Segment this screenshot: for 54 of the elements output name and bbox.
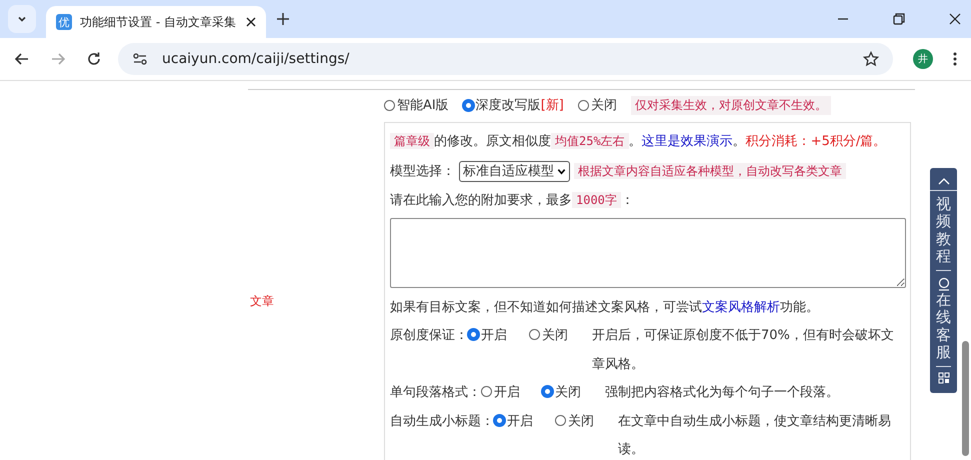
- mode-option[interactable]: 深度改写版[新]: [462, 96, 564, 114]
- site-favicon: 优: [56, 14, 72, 30]
- chevron-down-icon: [557, 166, 566, 176]
- extra-label: 请在此输入您的附加要求，最多: [390, 193, 572, 208]
- radio-option[interactable]: 关闭: [555, 408, 594, 436]
- setting-description: 开启后，可保证原创度不低于70%，但有时会破坏文章风格。: [592, 327, 895, 374]
- style-analysis-link[interactable]: 文案风格解析: [702, 300, 780, 314]
- menu-icon[interactable]: [953, 51, 957, 67]
- radio-option[interactable]: 关闭: [542, 379, 581, 408]
- chevron-up-icon: [938, 177, 950, 185]
- setting-label: 单句段落格式：: [390, 384, 481, 402]
- new-tab-icon[interactable]: [276, 12, 290, 26]
- model-select[interactable]: 标准自适应模型: [459, 160, 570, 182]
- qr-code-icon: [938, 372, 950, 384]
- style-hint: 如果有目标文案，但不知道如何描述文案风格，可尝试文案风格解析功能。: [390, 300, 819, 314]
- address-bar[interactable]: ucaiyun.com/caiji/settings/: [118, 43, 893, 75]
- demo-link[interactable]: 这里是效果演示: [642, 134, 733, 149]
- restore-icon[interactable]: [893, 13, 905, 25]
- setting-label: 自动生成小标题：: [390, 412, 494, 430]
- radio-option[interactable]: 关闭: [529, 322, 568, 350]
- info-text: 的修改。原文相似度: [434, 134, 551, 149]
- radio-option[interactable]: 开启: [468, 322, 507, 350]
- scrollbar-thumb[interactable]: [962, 341, 969, 456]
- mode-option[interactable]: 关闭: [578, 96, 617, 114]
- setting-label: 原创度保证：: [390, 327, 468, 345]
- mode-note: 仅对采集生效，对原创文章不生效。: [630, 96, 831, 114]
- tab-title: 功能细节设置 - 自动文章采集: [80, 14, 237, 30]
- requirements-field[interactable]: [390, 218, 906, 288]
- bookmark-star-icon[interactable]: [863, 51, 879, 67]
- video-tutorial-button[interactable]: 视频教程: [936, 191, 951, 271]
- setting-description: 强制把内容格式化为每个句子一个段落。: [605, 384, 840, 402]
- highlight-text: 均值25%左右: [551, 133, 629, 149]
- highlight-text: 篇章级: [390, 133, 434, 149]
- person-icon: [938, 276, 950, 292]
- model-note: 根据文章内容自适应各种模型，自动改写各类文章: [574, 162, 846, 178]
- profile-avatar[interactable]: 井: [913, 49, 933, 69]
- cost-text: 积分消耗：+5积分/篇。: [746, 134, 886, 149]
- radio-option[interactable]: 开启: [494, 408, 533, 436]
- reload-icon[interactable]: [86, 51, 102, 67]
- info-text: 。: [628, 134, 642, 149]
- radio-option[interactable]: 开启: [481, 379, 520, 408]
- close-icon[interactable]: [949, 13, 961, 25]
- model-label: 模型选择：: [390, 164, 455, 178]
- limit-text: 1000字: [572, 192, 621, 208]
- browser-tab[interactable]: 优 功能细节设置 - 自动文章采集: [46, 6, 266, 38]
- site-settings-icon[interactable]: [132, 51, 148, 67]
- customer-service-button[interactable]: 在线客服: [936, 271, 951, 367]
- close-icon[interactable]: [246, 17, 256, 27]
- section-label: 文章: [250, 293, 274, 310]
- mode-option[interactable]: 智能AI版: [384, 96, 449, 114]
- colon-text: ：: [620, 193, 634, 208]
- back-icon[interactable]: [14, 51, 30, 67]
- setting-description: 在文章中自动生成小标题，使文章结构更清晰易读。: [618, 412, 892, 459]
- info-text: 。: [732, 134, 746, 149]
